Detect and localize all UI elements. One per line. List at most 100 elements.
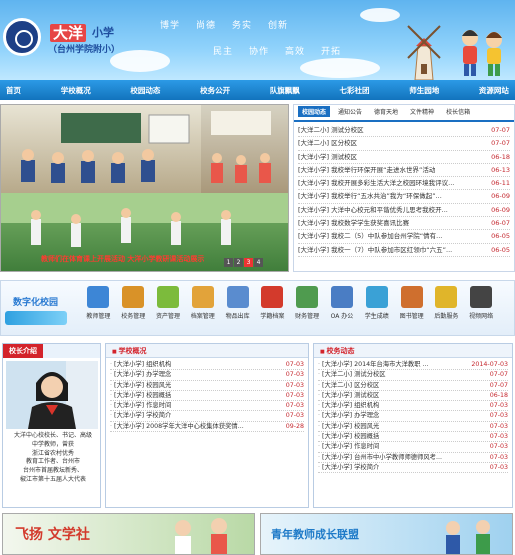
item-title[interactable]: [大洋小学] 组织机构	[110, 360, 171, 369]
literary-club-banner[interactable]: 飞扬 文学社	[2, 513, 255, 555]
principal-title[interactable]: 校长介绍	[3, 344, 43, 358]
nav-young-pioneers[interactable]: 队旗飘飘	[264, 85, 306, 96]
nav-teachers-students[interactable]: 师生园地	[403, 85, 445, 96]
news-title[interactable]: [大洋小学] 我校数学学生获奖喜讯比赛	[298, 217, 409, 229]
list-item[interactable]: [大洋小学] 学校简介 07-03	[110, 411, 304, 422]
item-title[interactable]: [大洋小学] 学校简介	[110, 411, 171, 420]
app-label[interactable]: 图书管理	[400, 313, 424, 320]
list-item[interactable]: [大洋小学] 学校简介 07-03	[318, 463, 508, 474]
list-item[interactable]: [大洋二小] 区分校区 07-07	[318, 381, 508, 391]
teacher-growth-banner[interactable]: 青年教师成长联盟	[260, 513, 513, 555]
nav-clubs[interactable]: 七彩社团	[334, 85, 376, 96]
item-title[interactable]: [大洋小学] 校园风光	[110, 381, 171, 390]
library-icon[interactable]	[400, 286, 423, 308]
list-item[interactable]: [大洋小学] 组织机构 07-03	[110, 360, 304, 371]
asset-icon[interactable]	[156, 286, 179, 308]
news-title[interactable]: [大洋小学] 我校开展多彩生活大洋之校园环境我评议...	[298, 177, 454, 189]
item-title[interactable]: [大洋小学] 作息时间	[318, 442, 379, 451]
news-title[interactable]: [大洋小学] 我校二（5）中队参加台州学院“情有...	[298, 230, 442, 242]
app-label[interactable]: 物品出库	[226, 313, 250, 320]
app-label[interactable]: 资产管理	[156, 313, 180, 320]
item-title[interactable]: [大洋二小] 区分校区	[318, 381, 379, 390]
list-item[interactable]: [大洋小学] 组织机构 07-03	[318, 401, 508, 412]
list-item[interactable]: [大洋小学] 办学理念 07-03	[110, 370, 304, 381]
teacher-icon[interactable]	[87, 286, 110, 308]
item-title[interactable]: [大洋二小] 测试分校区	[318, 370, 386, 379]
item-title[interactable]: [大洋小学] 作息时间	[110, 401, 171, 410]
app-label[interactable]: 档案管理	[191, 313, 215, 320]
item-title[interactable]: [大洋小学] 测试校区	[318, 391, 379, 400]
app-label[interactable]: 学籍档案	[260, 313, 284, 320]
service-icon[interactable]	[435, 286, 458, 308]
list-item[interactable]: [大洋小学] 作息时间 07-03	[318, 442, 508, 453]
app-label[interactable]: 学生成绩	[365, 313, 389, 320]
list-item[interactable]: [大洋小学] 我校数学学生获奖喜讯比赛 06-07	[298, 217, 510, 231]
list-item[interactable]: [大洋小学] 我校开展多彩生活大洋之校园环境我评议... 06-11	[298, 177, 510, 191]
tab-principal-mailbox[interactable]: 校长信箱	[442, 106, 474, 117]
item-title[interactable]: [大洋小学] 校园风光	[318, 422, 379, 431]
app-tile[interactable]: 资产管理	[151, 286, 186, 320]
item-title[interactable]: [大洋小学] 校园概括	[318, 432, 379, 441]
list-item[interactable]: [大洋小学] 大洋中心校元和平谐优秀儿思考我校开... 06-09	[298, 204, 510, 218]
list-item[interactable]: [大洋小学] 台州市中小学教师师德师风考... 07-03	[318, 453, 508, 463]
item-title[interactable]: [大洋小学] 办学理念	[318, 411, 379, 420]
app-tile[interactable]: 档案管理	[185, 286, 220, 320]
list-item[interactable]: [大洋小学] 作息时间 07-03	[110, 401, 304, 412]
nav-resources[interactable]: 资源网站	[473, 85, 515, 96]
pager-button-active[interactable]: 3	[244, 258, 253, 267]
item-title[interactable]: [大洋小学] 台州市中小学教师师德师风考...	[318, 453, 442, 462]
nav-home[interactable]: 首页	[0, 85, 27, 96]
item-title[interactable]: [大洋小学] 办学理念	[110, 370, 171, 379]
stock-icon[interactable]	[226, 286, 249, 308]
list-item[interactable]: [大洋小学] 我校二（5）中队参加台州学院“情有... 06-05	[298, 230, 510, 244]
list-item[interactable]: [大洋小学] 我校举行“五水共治”我为“环保做起”... 06-09	[298, 190, 510, 204]
list-item[interactable]: [大洋二小] 区分校区 07-07	[298, 137, 510, 151]
list-item[interactable]: [大洋小学] 校园风光 07-03	[110, 381, 304, 391]
list-item[interactable]: [大洋小学] 我校举行环保开展“走进水世界”活动 06-13	[298, 164, 510, 178]
pager-button[interactable]: 1	[224, 258, 233, 267]
app-label[interactable]: 视频网络	[469, 313, 493, 320]
app-tile[interactable]: 物品出库	[220, 286, 255, 320]
list-item[interactable]: [大洋小学] 2014年台海市大洋教职 ... 2014-07-03	[318, 360, 508, 371]
school-emblem-icon[interactable]	[3, 18, 41, 56]
app-label[interactable]: 后勤服务	[434, 313, 458, 320]
list-item[interactable]: [大洋小学] 校园风光 07-03	[318, 422, 508, 433]
tab-moral-education[interactable]: 德育天地	[370, 106, 402, 117]
item-title[interactable]: [大洋小学] 2008学年大洋中心校集体获奖情...	[110, 422, 244, 431]
list-item[interactable]: [大洋二小] 测试分校区 07-07	[298, 124, 510, 138]
news-title[interactable]: [大洋二小] 区分校区	[298, 137, 357, 149]
news-title[interactable]: [大洋小学] 测试校区	[298, 151, 357, 163]
tab-documents[interactable]: 文件精神	[406, 106, 438, 117]
app-label[interactable]: 校务管理	[121, 313, 145, 320]
pager-button[interactable]: 2	[234, 258, 243, 267]
nav-school-affairs[interactable]: 校务公开	[194, 85, 236, 96]
nav-school-overview[interactable]: 学校概况	[55, 85, 97, 96]
principal-photo[interactable]	[6, 361, 98, 429]
school-overview-title[interactable]: 学校概况	[106, 344, 152, 358]
tab-campus-news[interactable]: 校园动态	[298, 106, 331, 117]
slideshow-caption[interactable]: 教师们在体育课上开展活动 大洋小学教研课活动展示	[41, 254, 204, 264]
list-item[interactable]: [大洋小学] 2008学年大洋中心校集体获奖情... 09-28	[110, 422, 304, 433]
list-item[interactable]: [大洋小学] 测试校区 06-18	[298, 151, 510, 164]
app-tile[interactable]: 教师管理	[81, 286, 116, 320]
item-title[interactable]: [大洋小学] 学校简介	[318, 463, 379, 472]
grade-icon[interactable]	[365, 286, 388, 308]
list-item[interactable]: [大洋小学] 测试校区 06-18	[318, 391, 508, 402]
teacher-growth-title[interactable]: 青年教师成长联盟	[271, 526, 359, 542]
pager-button[interactable]: 4	[254, 258, 263, 267]
app-tile[interactable]: OA 办公	[325, 286, 360, 320]
app-tile[interactable]: 财务管理	[290, 286, 325, 320]
app-tile[interactable]: 图书管理	[394, 286, 429, 320]
news-title[interactable]: [大洋小学] 我校举行“五水共治”我为“环保做起”...	[298, 190, 442, 202]
list-item[interactable]: [大洋小学] 我校一（7）中队参加市区红领巾“六五”... 06-05	[298, 244, 510, 257]
app-label[interactable]: 财务管理	[295, 313, 319, 320]
photo-slideshow[interactable]: 教师们在体育课上开展活动 大洋小学教研课活动展示	[0, 104, 289, 272]
app-label[interactable]: 教师管理	[86, 313, 110, 320]
news-title[interactable]: [大洋二小] 测试分校区	[298, 124, 364, 136]
news-title[interactable]: [大洋小学] 我校一（7）中队参加市区红领巾“六五”...	[298, 244, 452, 256]
office-icon[interactable]	[330, 286, 353, 308]
school-affairs-title[interactable]: 校务动态	[314, 344, 360, 358]
finance-icon[interactable]	[296, 286, 319, 308]
list-item[interactable]: [大洋小学] 校园概括 07-03	[318, 432, 508, 443]
list-item[interactable]: [大洋小学] 校园概括 07-03	[110, 391, 304, 402]
